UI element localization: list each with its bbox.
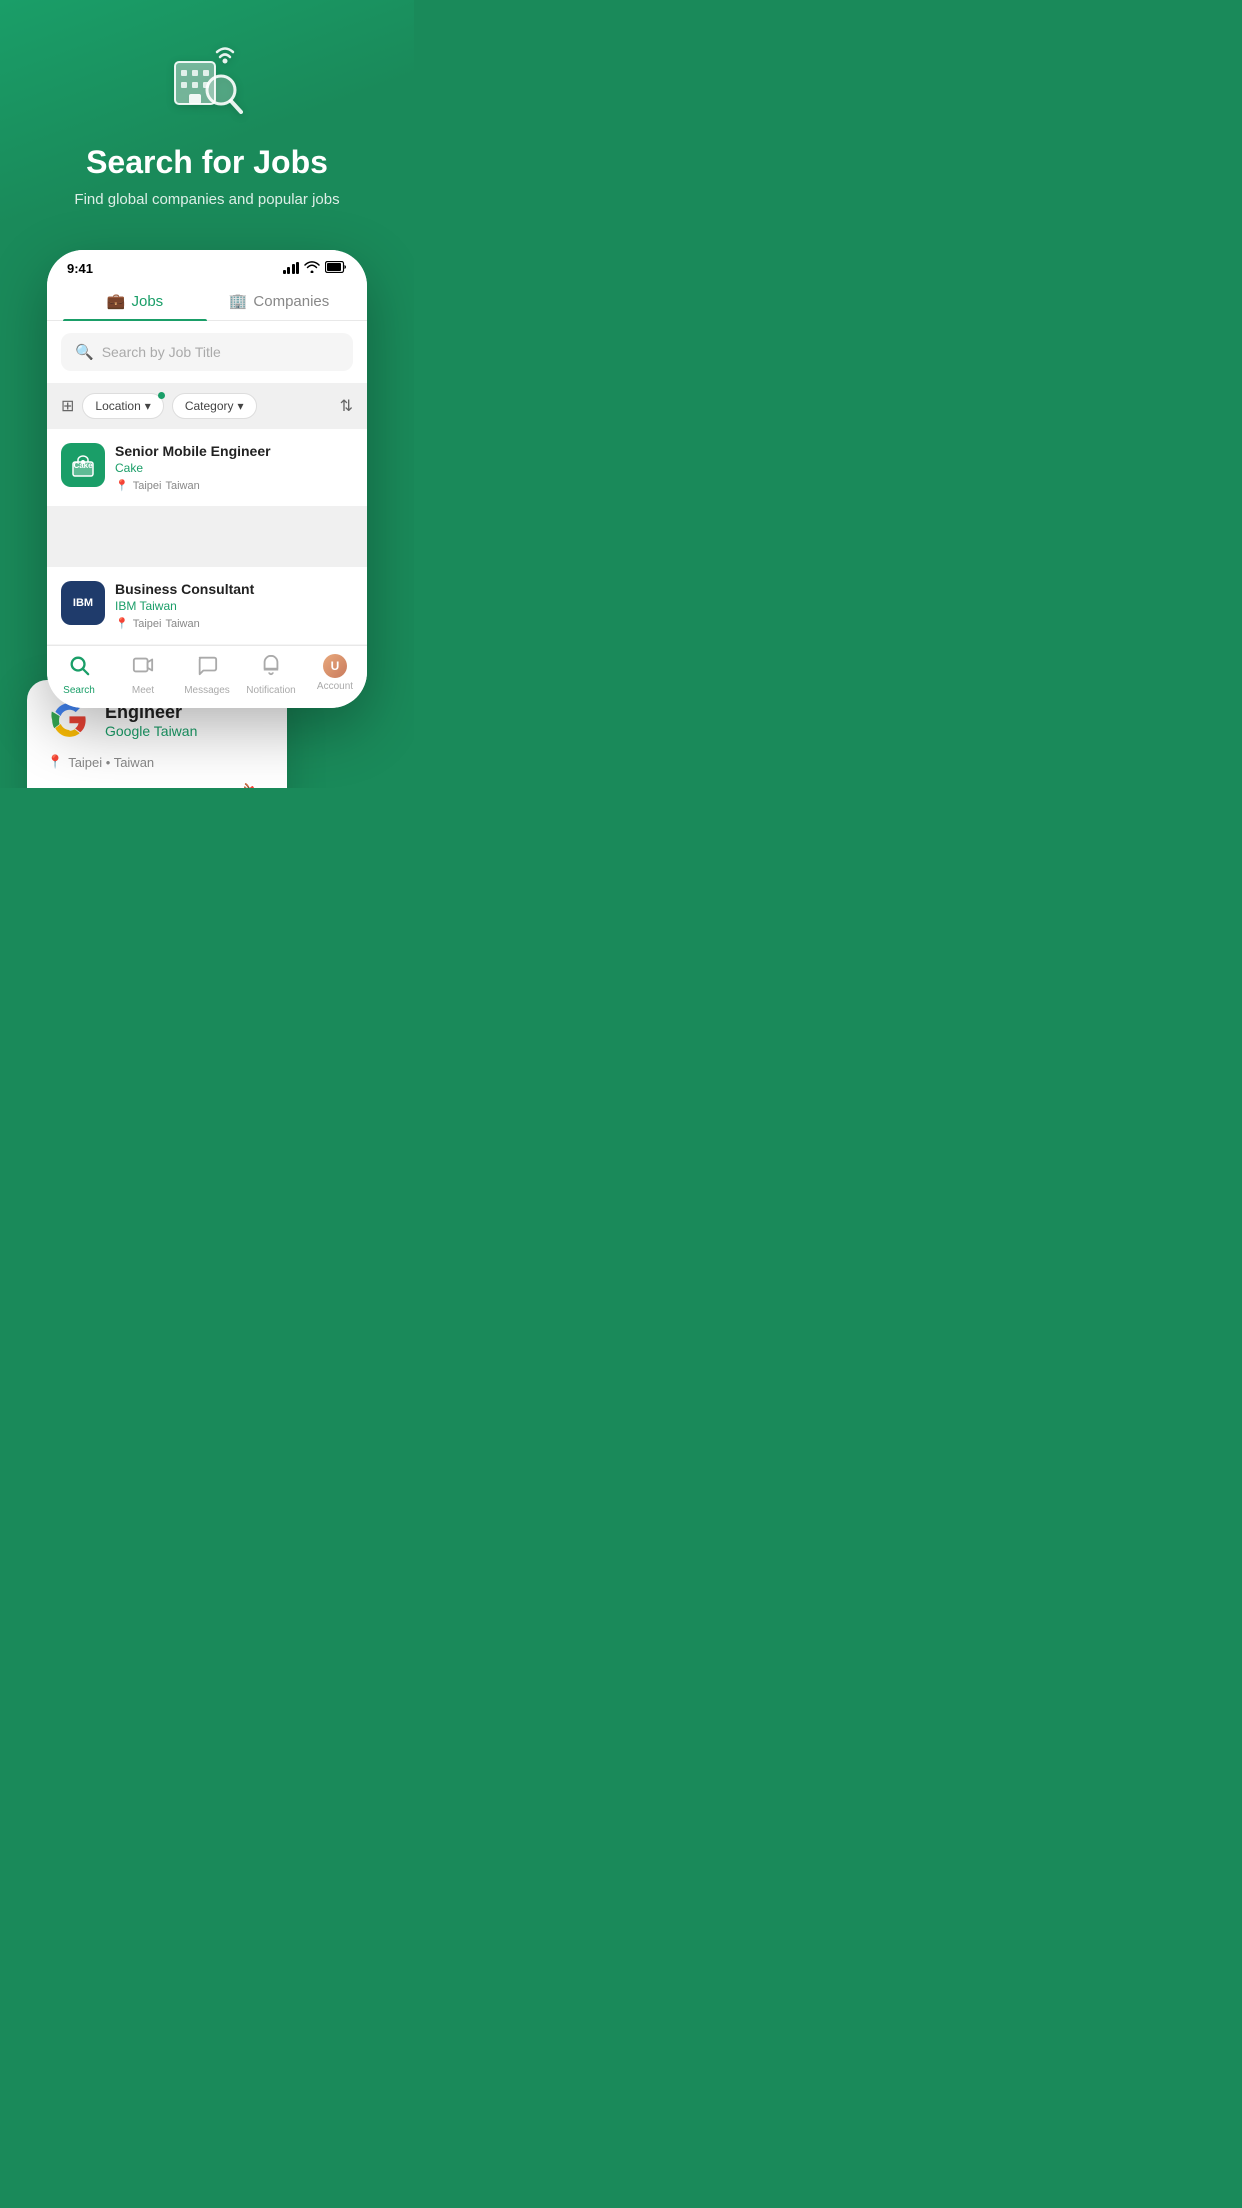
job-title: Business Consultant bbox=[115, 581, 353, 597]
tab-companies[interactable]: 🏢 Companies bbox=[207, 278, 351, 320]
phone-mockup: 9:41 bbox=[47, 250, 367, 708]
search-input-icon: 🔍 bbox=[75, 343, 94, 361]
bottom-nav: Search Meet bbox=[47, 645, 367, 708]
engineer-card-footer: 🕐 1 day ago 🔖 bbox=[47, 782, 267, 788]
jobs-list: Cake Senior Mobile Engineer Cake 📍 Taipe… bbox=[47, 429, 367, 644]
filter-dot bbox=[158, 392, 165, 399]
location-filter-button[interactable]: Location ▾ bbox=[82, 393, 163, 419]
jobs-tab-label: Jobs bbox=[132, 293, 164, 310]
app-icon bbox=[20, 40, 394, 134]
clock-icon: 🕐 bbox=[47, 788, 62, 789]
tab-bar: 💼 Jobs 🏢 Companies bbox=[47, 278, 367, 321]
filter-bar: ⊞ Location ▾ Category ▾ ⇅ bbox=[47, 383, 367, 429]
location-filter-label: Location bbox=[95, 399, 140, 413]
job-info: Business Consultant IBM Taiwan 📍 Taipei … bbox=[115, 581, 353, 630]
companies-tab-icon: 🏢 bbox=[229, 292, 248, 310]
company-name: IBM Taiwan bbox=[115, 599, 353, 613]
companies-tab-label: Companies bbox=[253, 293, 329, 310]
meet-nav-label: Meet bbox=[132, 685, 154, 696]
hero-section: Search for Jobs Find global companies an… bbox=[0, 0, 414, 230]
search-nav-label: Search bbox=[63, 685, 95, 696]
table-row[interactable]: IBM Business Consultant IBM Taiwan 📍 Tai… bbox=[47, 567, 367, 644]
notification-nav-icon bbox=[260, 654, 282, 682]
notification-nav-label: Notification bbox=[246, 685, 295, 696]
battery-icon bbox=[325, 261, 347, 276]
meet-nav-icon bbox=[132, 654, 154, 682]
tab-jobs[interactable]: 💼 Jobs bbox=[63, 278, 207, 320]
bookmark-button[interactable]: 🔖 bbox=[242, 782, 267, 788]
category-chevron-icon: ▾ bbox=[238, 399, 244, 413]
job-title: Senior Mobile Engineer bbox=[115, 443, 353, 459]
engineer-time-ago: 🕐 1 day ago bbox=[47, 788, 120, 789]
jobs-tab-icon: 💼 bbox=[107, 292, 126, 310]
hero-title: Search for Jobs bbox=[20, 144, 394, 181]
location-pin-icon: 📍 bbox=[47, 754, 63, 770]
messages-nav-icon bbox=[196, 654, 218, 682]
nav-item-meet[interactable]: Meet bbox=[111, 654, 175, 696]
nav-item-messages[interactable]: Messages bbox=[175, 654, 239, 696]
messages-nav-label: Messages bbox=[184, 685, 230, 696]
status-time: 9:41 bbox=[67, 261, 93, 276]
cake-company-logo: Cake bbox=[61, 443, 105, 487]
wifi-icon bbox=[304, 261, 320, 276]
search-input-placeholder: Search by Job Title bbox=[102, 344, 221, 360]
job-location: 📍 Taipei Taiwan bbox=[115, 617, 353, 630]
search-nav-icon bbox=[68, 654, 90, 682]
signal-icon bbox=[283, 262, 300, 274]
job-info: Senior Mobile Engineer Cake 📍 Taipei Tai… bbox=[115, 443, 353, 492]
nav-item-account[interactable]: U Account bbox=[303, 654, 367, 696]
phone-mockup-area: 9:41 bbox=[0, 230, 414, 708]
location-pin-icon: 📍 bbox=[115, 617, 129, 630]
status-bar: 9:41 bbox=[47, 250, 367, 278]
status-icons bbox=[283, 261, 348, 276]
category-filter-button[interactable]: Category ▾ bbox=[172, 393, 257, 419]
job-location: 📍 Taipei Taiwan bbox=[115, 479, 353, 492]
middle-spacer bbox=[47, 507, 367, 567]
nav-item-search[interactable]: Search bbox=[47, 654, 111, 696]
engineer-company-name: Google Taiwan bbox=[105, 723, 197, 739]
category-filter-label: Category bbox=[185, 399, 234, 413]
engineer-location: 📍 Taipei • Taiwan bbox=[47, 754, 267, 770]
search-box[interactable]: 🔍 Search by Job Title bbox=[61, 333, 353, 371]
account-nav-label: Account bbox=[317, 681, 353, 692]
filter-settings-icon: ⊞ bbox=[61, 396, 74, 416]
company-name: Cake bbox=[115, 461, 353, 475]
account-avatar: U bbox=[323, 654, 347, 678]
location-chevron-icon: ▾ bbox=[145, 399, 151, 413]
hero-subtitle: Find global companies and popular jobs bbox=[20, 189, 394, 210]
sort-icon[interactable]: ⇅ bbox=[340, 396, 353, 416]
search-area: 🔍 Search by Job Title bbox=[47, 321, 367, 383]
location-pin-icon: 📍 bbox=[115, 479, 129, 492]
nav-item-notification[interactable]: Notification bbox=[239, 654, 303, 696]
ibm-company-logo: IBM bbox=[61, 581, 105, 625]
table-row[interactable]: Cake Senior Mobile Engineer Cake 📍 Taipe… bbox=[47, 429, 367, 506]
